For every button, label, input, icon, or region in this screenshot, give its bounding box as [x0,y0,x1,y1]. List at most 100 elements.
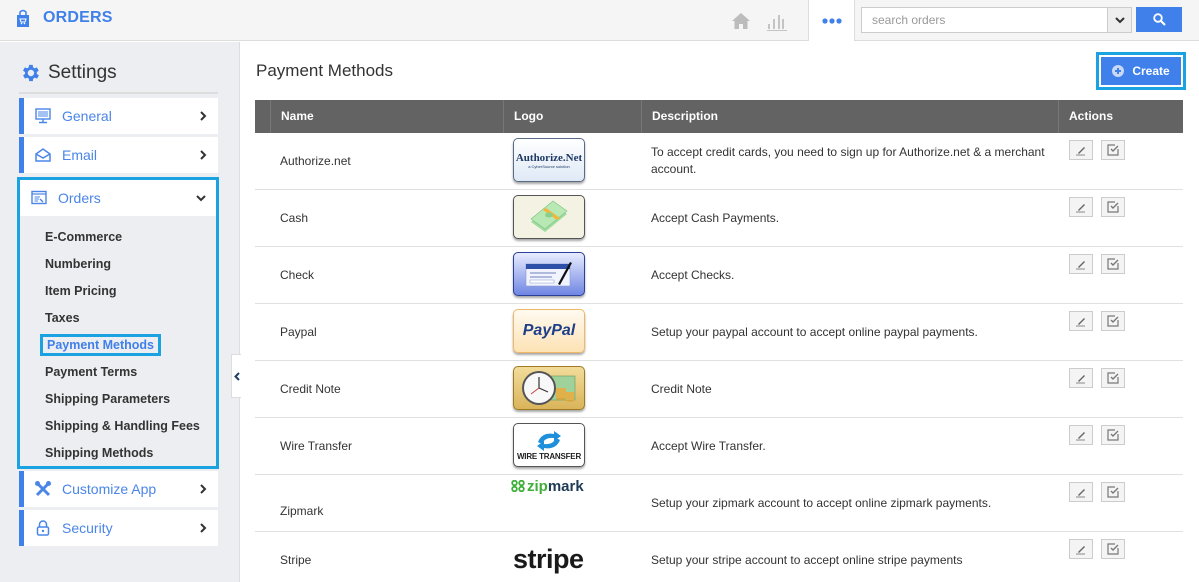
submenu-item-shipping-handling-fees[interactable]: Shipping & Handling Fees [45,419,200,433]
open-button[interactable] [1101,254,1125,274]
edit-pencil-icon [1076,375,1085,384]
edit-pencil-icon [1076,204,1085,213]
edit-check-icon [1107,144,1119,156]
edit-check-icon [1107,201,1119,213]
sidebar-item-label: Email [62,147,98,163]
edit-button[interactable] [1069,311,1093,331]
payment-method-description: Accept Checks. [651,267,735,282]
search-icon [1152,13,1166,26]
logo-text: stripe [513,543,584,574]
create-button[interactable]: Create [1101,57,1181,85]
settings-title: Settings [48,62,117,83]
submenu-item-item-pricing[interactable]: Item Pricing [45,284,117,298]
open-button[interactable] [1101,482,1125,502]
submenu-item-payment-methods[interactable]: Payment Methods [40,334,161,356]
submenu-item-shipping-parameters[interactable]: Shipping Parameters [45,392,170,406]
chevron-down-icon [196,192,206,204]
sidebar-item-orders[interactable]: Orders [20,180,216,216]
open-button[interactable] [1101,539,1125,559]
app-title: ORDERS [43,9,113,26]
edit-button[interactable] [1069,539,1093,559]
payment-method-description: Credit Note [651,381,712,396]
cash-logo [513,195,585,239]
sidebar-item-label: Customize App [62,481,157,497]
table-row[interactable]: Zipmark zipmark Setup your zipmark accou… [255,475,1183,532]
table-row[interactable]: Stripe stripe Setup your stripe account … [255,532,1183,582]
logo-subtext: a CyberSource solution [528,163,570,169]
brand[interactable]: ORDERS [16,9,113,27]
edit-button[interactable] [1069,254,1093,274]
chevron-right-icon [198,483,208,495]
row-actions [1069,368,1133,388]
table-row[interactable]: Authorize.net Authorize.Net a CyberSourc… [255,133,1183,190]
reports-button[interactable] [764,10,790,32]
more-dots-icon [821,17,842,24]
sidebar-item-security[interactable]: Security [19,510,218,546]
clock-coins-icon [522,371,576,405]
chevron-right-icon [198,110,208,122]
submenu-item-numbering[interactable]: Numbering [45,257,111,271]
logo-text: PayPal [522,322,576,339]
page-title: Payment Methods [256,61,394,80]
edit-pencil-icon [1076,489,1085,498]
authorize-net-logo: Authorize.Net a CyberSource solution [513,138,585,182]
sidebar-item-label: Orders [58,190,101,206]
edit-button[interactable] [1069,425,1093,445]
edit-button[interactable] [1069,197,1093,217]
payment-method-description: Accept Wire Transfer. [651,438,766,453]
table-row[interactable]: Paypal PayPal Setup your paypal account … [255,304,1183,361]
orders-window-icon [30,189,48,207]
submenu-item-taxes[interactable]: Taxes [45,311,80,325]
search-input[interactable] [862,8,1106,32]
payment-method-description: Accept Cash Payments. [651,210,780,225]
submenu-item-payment-terms[interactable]: Payment Terms [45,365,137,379]
logo-text: Authorize.Net [515,151,583,164]
open-button[interactable] [1101,368,1125,388]
open-button[interactable] [1101,425,1125,445]
paypal-logo: PayPal [513,309,585,353]
home-button[interactable] [728,10,754,32]
divider [854,0,855,41]
lock-icon [34,519,52,537]
sidebar-item-customize-app[interactable]: Customize App [19,471,218,507]
bar-chart-icon [767,14,787,31]
open-button[interactable] [1101,197,1125,217]
check-document-icon [525,262,572,287]
more-button[interactable] [809,0,854,41]
create-button-highlight: Create [1096,52,1186,90]
submenu-item-ecommerce[interactable]: E-Commerce [45,230,122,244]
table-row[interactable]: Credit Note Credit Note [255,361,1183,418]
plus-circle-icon [1112,65,1125,77]
sidebar-collapse-button[interactable] [231,354,241,398]
logo-text: zipmark [527,477,584,495]
sidebar-item-general[interactable]: General [19,98,218,134]
edit-pencil-icon [1076,546,1085,555]
table-row[interactable]: Wire Transfer WIRE TRANSFER Accept Wire … [255,418,1183,475]
open-button[interactable] [1101,140,1125,160]
table-row[interactable]: Check Accept Checks. [255,247,1183,304]
search-dropdown-button[interactable] [1107,8,1131,32]
open-button[interactable] [1101,311,1125,331]
edit-button[interactable] [1069,368,1093,388]
column-header-name[interactable]: Name [270,100,503,133]
sidebar-item-label: General [62,108,112,124]
row-actions [1069,197,1133,217]
tools-icon [34,480,52,498]
table-row[interactable]: Cash Accept Cash Payments. [255,190,1183,247]
payment-method-name: Zipmark [280,504,324,518]
sidebar-item-email[interactable]: Email [19,137,218,173]
edit-check-icon [1107,486,1119,498]
search-button[interactable] [1136,7,1182,32]
payment-method-name: Credit Note [280,382,341,396]
edit-pencil-icon [1076,147,1085,156]
column-header-description[interactable]: Description [641,100,1058,133]
header-spacer [255,100,270,133]
edit-button[interactable] [1069,482,1093,502]
edit-check-icon [1107,429,1119,441]
chevron-left-icon [233,371,240,381]
column-header-logo: Logo [503,100,641,133]
payment-method-name: Cash [280,211,309,225]
submenu-item-shipping-methods[interactable]: Shipping Methods [45,446,153,460]
edit-button[interactable] [1069,140,1093,160]
payment-method-name: Stripe [280,553,312,567]
